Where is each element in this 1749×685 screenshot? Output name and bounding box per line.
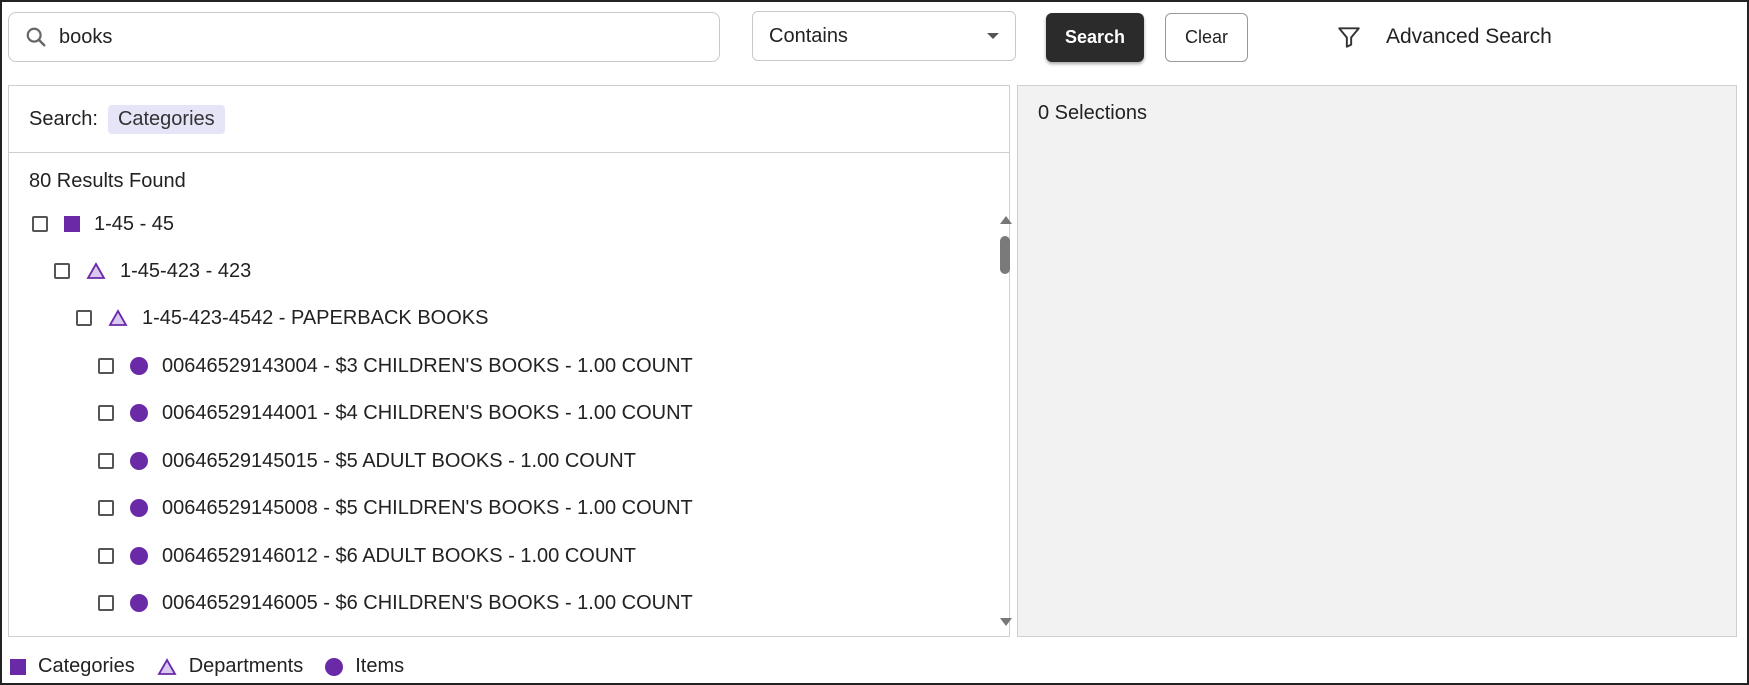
row-checkbox[interactable] [98,453,114,469]
item-icon [130,594,148,612]
row-checkbox[interactable] [98,595,114,611]
row-label: 00646529146012 - $6 ADULT BOOKS - 1.00 C… [162,544,636,567]
row-checkbox[interactable] [98,548,114,564]
legend-label: Categories [38,655,135,677]
row-checkbox[interactable] [98,358,114,374]
scroll-down-arrow-icon[interactable] [1000,618,1012,626]
tree-row-item[interactable]: 00646529144001 - $4 CHILDREN'S BOOKS - 1… [98,398,693,428]
advanced-search-label: Advanced Search [1386,25,1552,48]
row-label: 00646529145008 - $5 CHILDREN'S BOOKS - 1… [162,496,693,519]
row-checkbox[interactable] [32,216,48,232]
legend-categories: Categories [10,655,135,678]
department-icon [157,657,177,675]
department-icon [108,309,128,326]
category-icon [10,658,26,675]
row-label: 1-45-423-4542 - PAPERBACK BOOKS [142,306,489,329]
row-checkbox[interactable] [98,500,114,516]
row-checkbox[interactable] [98,405,114,421]
clear-button[interactable]: Clear [1165,13,1248,62]
item-icon [130,547,148,565]
legend: Categories Departments Items [10,655,426,678]
match-mode-value: Contains [769,24,848,47]
scroll-up-arrow-icon[interactable] [1000,216,1012,224]
search-icon [26,27,46,47]
advanced-search-link[interactable]: Advanced Search [1336,22,1552,52]
item-icon [130,357,148,375]
tree-row-department[interactable]: 1-45-423 - 423 [54,256,251,286]
legend-label: Departments [188,655,304,677]
department-icon [86,262,106,279]
tree-row-item[interactable]: 00646529145008 - $5 CHILDREN'S BOOKS - 1… [98,493,693,523]
legend-items: Items [325,655,404,678]
results-count: 80 Results Found [29,170,186,192]
results-scrollbar[interactable] [999,216,1012,626]
row-label: 00646529144001 - $4 CHILDREN'S BOOKS - 1… [162,401,693,424]
row-label: 00646529146005 - $6 CHILDREN'S BOOKS - 1… [162,591,693,614]
row-checkbox[interactable] [54,263,70,279]
item-icon [130,499,148,517]
row-label: 1-45 - 45 [94,212,175,235]
row-label: 00646529143004 - $3 CHILDREN'S BOOKS - 1… [162,354,693,377]
tree-row-item[interactable]: 00646529146012 - $6 ADULT BOOKS - 1.00 C… [98,541,636,571]
item-icon [130,452,148,470]
selections-panel: 0 Selections [1017,85,1737,637]
category-icon [64,216,80,232]
tree-row-item[interactable]: 00646529143004 - $3 CHILDREN'S BOOKS - 1… [98,351,693,381]
tree-row-department[interactable]: 1-45-423-4542 - PAPERBACK BOOKS [76,303,488,333]
search-scope-label: Search: [29,107,98,130]
search-scope-header: Search: Categories [9,86,1009,153]
row-checkbox[interactable] [76,310,92,326]
legend-departments: Departments [157,655,304,678]
match-mode-select[interactable]: Contains [752,11,1016,61]
search-field[interactable] [8,12,720,62]
search-input[interactable] [57,24,701,50]
row-label: 00646529145015 - $5 ADULT BOOKS - 1.00 C… [162,449,636,472]
tree-row-item[interactable]: 00646529145015 - $5 ADULT BOOKS - 1.00 C… [98,446,636,476]
search-button[interactable]: Search [1046,13,1144,62]
legend-label: Items [355,655,405,677]
tree-row-category[interactable]: 1-45 - 45 [32,209,174,239]
results-panel: Search: Categories 80 Results Found 1-45… [8,85,1012,637]
search-scope-chip: Categories [107,104,225,134]
scroll-thumb[interactable] [1000,236,1010,274]
selections-count: 0 Selections [1038,102,1147,124]
item-icon [325,657,344,676]
tree-row-item[interactable]: 00646529146005 - $6 CHILDREN'S BOOKS - 1… [98,588,693,618]
item-icon [130,404,148,422]
chevron-down-icon [987,33,999,39]
results-tree: 1-45 - 45 1-45-423 - 423 1-45-423-4542 -… [9,209,989,629]
filter-icon [1338,27,1360,48]
row-label: 1-45-423 - 423 [120,259,252,282]
